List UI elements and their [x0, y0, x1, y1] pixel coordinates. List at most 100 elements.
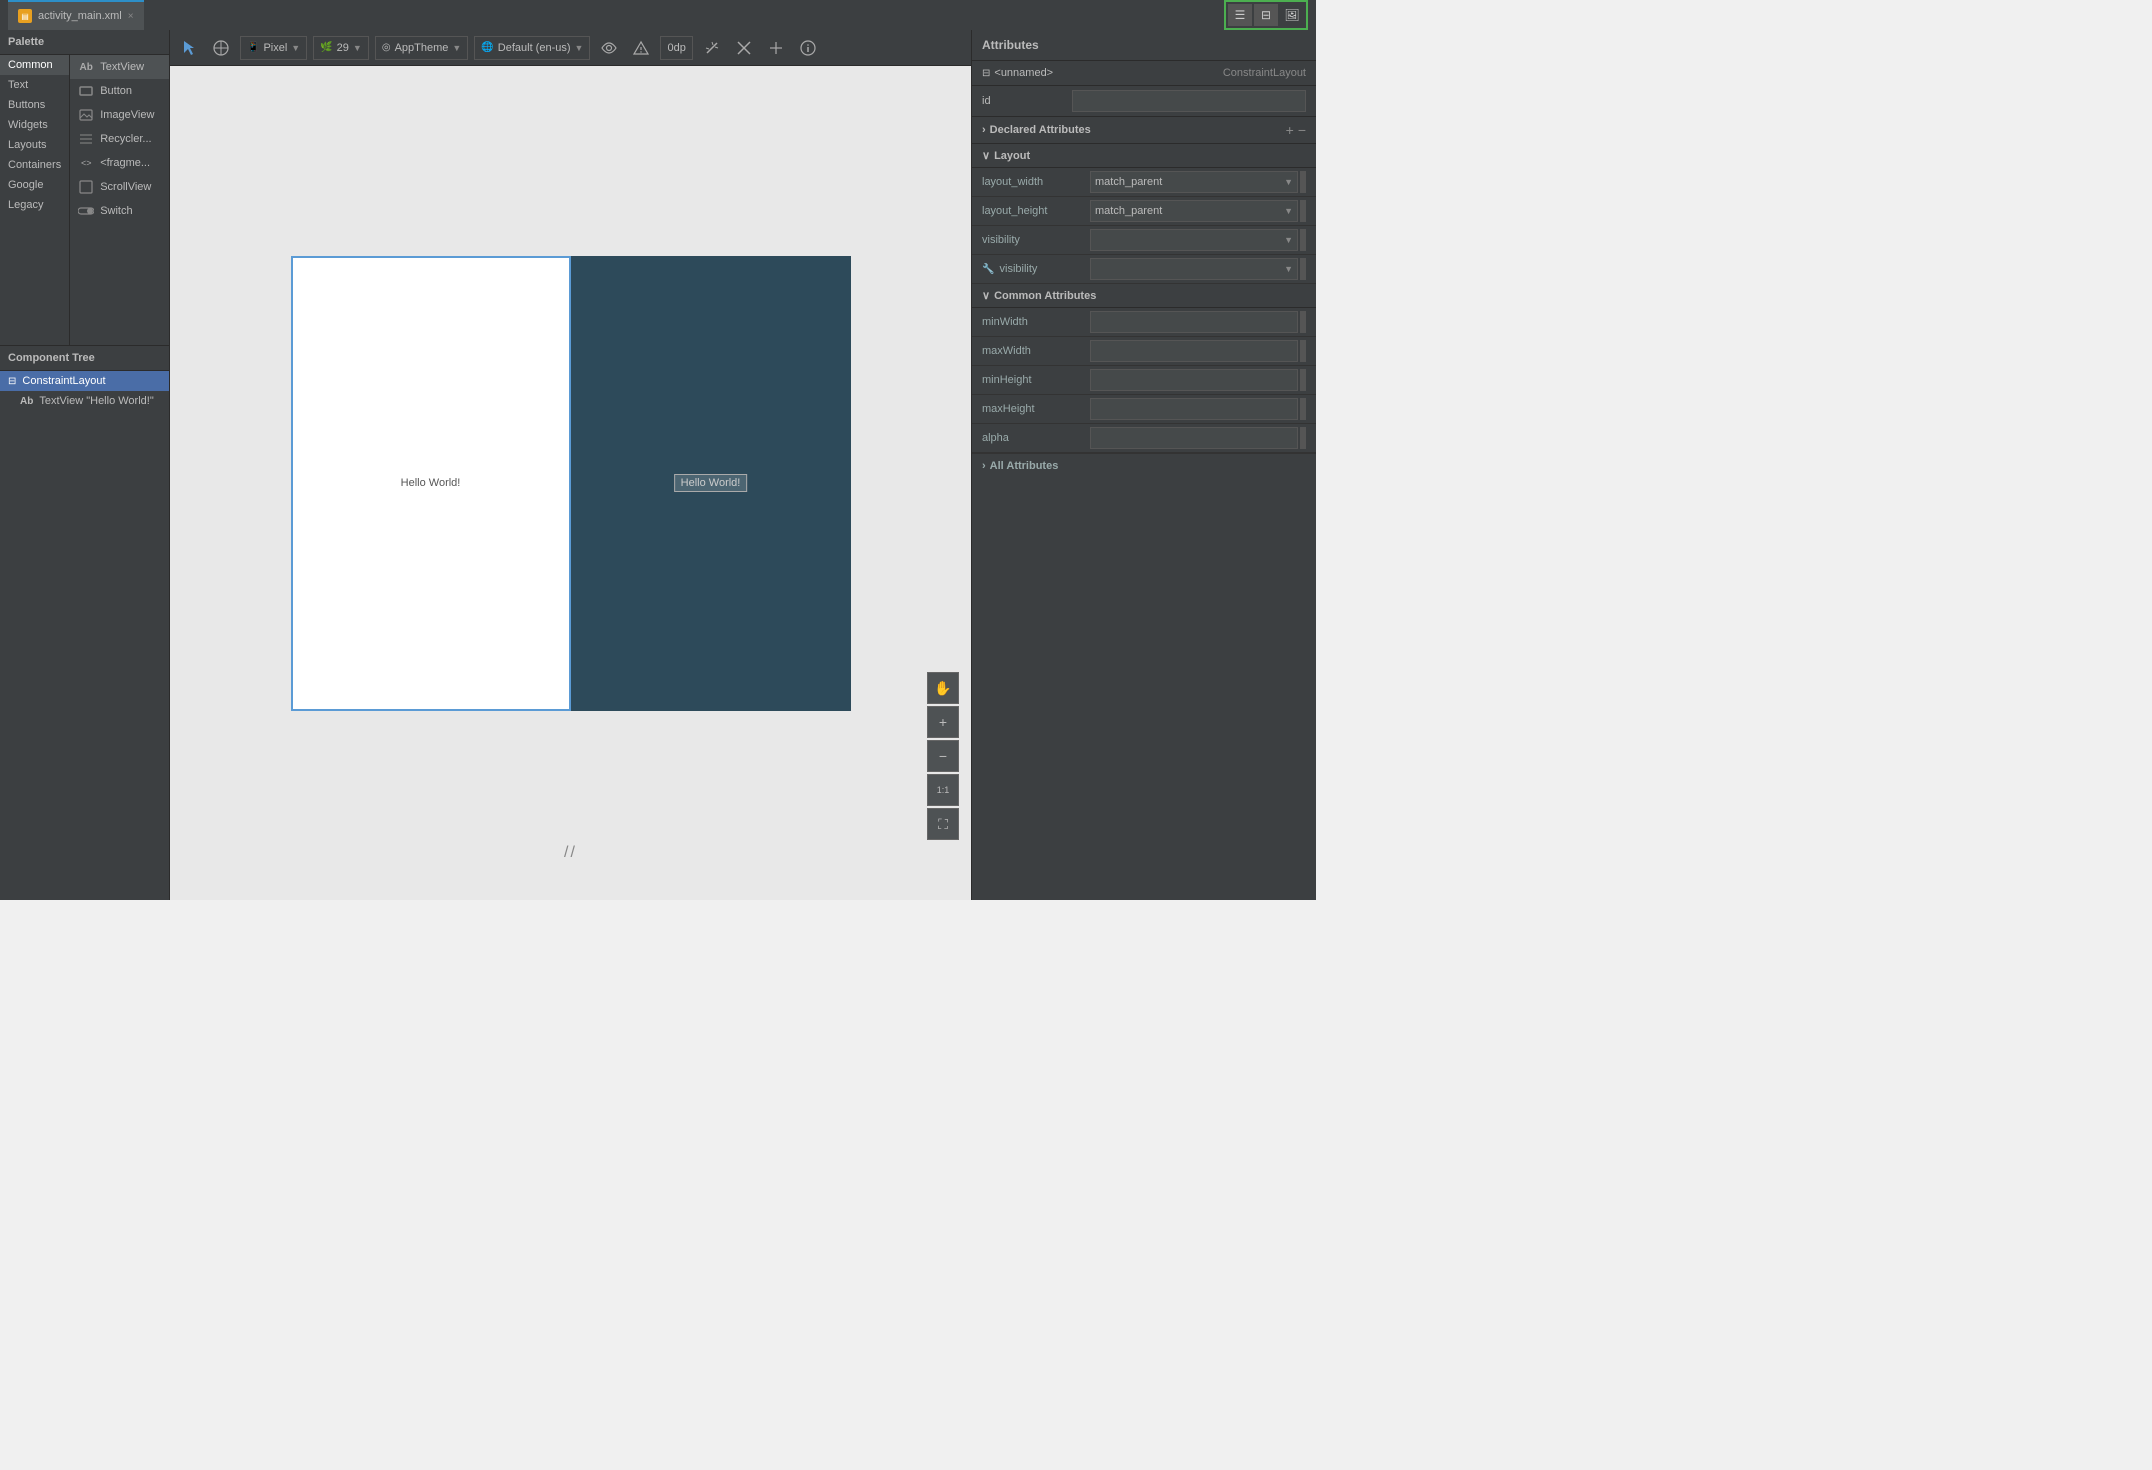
palette-header: Palette — [0, 30, 169, 55]
list-view-button[interactable]: ☰ — [1228, 4, 1252, 26]
device-chevron: ▼ — [291, 43, 300, 53]
layout-width-dropdown[interactable]: match_parent ▼ — [1090, 171, 1298, 193]
view-mode-buttons: ☰ ⊟ 🖼 — [1224, 0, 1308, 30]
tab-close-button[interactable]: × — [128, 11, 134, 22]
zoom-in-button[interactable]: + — [927, 706, 959, 738]
palette-cat-common[interactable]: Common — [0, 55, 69, 75]
common-section-label: Common Attributes — [994, 290, 1096, 302]
palette-item-textview-label: TextView — [100, 61, 144, 73]
file-tab-label: activity_main.xml — [38, 10, 122, 22]
layout-height-value: match_parent ▼ — [1090, 200, 1306, 222]
minwidth-input[interactable] — [1090, 311, 1298, 333]
palette-cat-buttons[interactable]: Buttons — [0, 95, 69, 115]
add-attribute-button[interactable]: + — [1286, 122, 1294, 138]
maxheight-input[interactable] — [1090, 398, 1298, 420]
margin-toggle-button[interactable] — [763, 35, 789, 61]
tree-item-constraintlayout-label: ConstraintLayout — [22, 375, 105, 387]
select-mode-button[interactable] — [176, 35, 202, 61]
device-selector[interactable]: 📱 Pixel ▼ — [240, 36, 307, 60]
minheight-input[interactable] — [1090, 369, 1298, 391]
layout-width-chevron: ▼ — [1284, 177, 1293, 187]
id-input[interactable] — [1072, 90, 1306, 112]
fragment-icon: <> — [78, 155, 94, 171]
panning-button[interactable] — [208, 35, 234, 61]
layout-height-dropdown[interactable]: match_parent ▼ — [1090, 200, 1298, 222]
magic-wand-button[interactable] — [699, 35, 725, 61]
palette-cat-widgets[interactable]: Widgets — [0, 115, 69, 135]
button-icon — [78, 83, 94, 99]
layout-height-value-label: match_parent — [1095, 205, 1162, 217]
all-attributes-row[interactable]: › All Attributes — [972, 453, 1316, 478]
ratio-button[interactable]: 1:1 — [927, 774, 959, 806]
wrench-visibility-dropdown[interactable]: ▼ — [1090, 258, 1298, 280]
palette-cat-text[interactable]: Text — [0, 75, 69, 95]
palette-cat-google[interactable]: Google — [0, 175, 69, 195]
palette-item-textview[interactable]: Ab TextView — [70, 55, 169, 79]
attr-layout-height-row: layout_height match_parent ▼ — [972, 197, 1316, 226]
palette-item-imageview[interactable]: ImageView — [70, 103, 169, 127]
maxwidth-input[interactable] — [1090, 340, 1298, 362]
palette-item-button[interactable]: Button — [70, 79, 169, 103]
layout-height-label: layout_height — [982, 205, 1082, 217]
canvas-area: Hello World! Hello World! // ✋ + − 1:1 ⛶ — [170, 66, 971, 900]
minheight-handle — [1300, 369, 1306, 391]
file-tab[interactable]: ▤ activity_main.xml × — [8, 0, 144, 30]
visibility-dropdown[interactable]: ▼ — [1090, 229, 1298, 251]
design-toolbar: 📱 Pixel ▼ 🌿 29 ▼ ◎ AppTheme ▼ 🌐 Default … — [170, 30, 971, 66]
attr-wrench-visibility-row: 🔧 visibility ▼ — [972, 255, 1316, 284]
declared-attributes-section: › Declared Attributes + − — [972, 117, 1316, 144]
visibility-value: ▼ — [1090, 229, 1306, 251]
imageview-icon — [78, 107, 94, 123]
margin-selector[interactable]: 0dp — [660, 36, 692, 60]
fit-screen-button[interactable]: ⛶ — [927, 808, 959, 840]
palette-item-switch-label: Switch — [100, 205, 132, 217]
alpha-label: alpha — [982, 432, 1082, 444]
maxheight-value — [1090, 398, 1306, 420]
alpha-input[interactable] — [1090, 427, 1298, 449]
component-tree-section: Component Tree ⊟ ConstraintLayout Ab Tex… — [0, 346, 169, 900]
tree-item-textview[interactable]: Ab TextView "Hello World!" — [0, 391, 169, 411]
palette-item-recyclerview-label: Recycler... — [100, 133, 151, 145]
all-attributes-chevron: › — [982, 460, 986, 472]
palette-cat-containers[interactable]: Containers — [0, 155, 69, 175]
palette-item-fragment[interactable]: <> <fragme... — [70, 151, 169, 175]
layout-width-value: match_parent ▼ — [1090, 171, 1306, 193]
declared-section-actions: + − — [1286, 122, 1306, 138]
api-selector[interactable]: 🌿 29 ▼ — [313, 36, 369, 60]
clear-constraints-button[interactable] — [731, 35, 757, 61]
split-view-button[interactable]: ⊟ — [1254, 4, 1278, 26]
attr-visibility-row: visibility ▼ — [972, 226, 1316, 255]
tree-item-constraintlayout[interactable]: ⊟ ConstraintLayout — [0, 371, 169, 391]
theme-selector[interactable]: ◎ AppTheme ▼ — [375, 36, 468, 60]
locale-selector[interactable]: 🌐 Default (en-us) ▼ — [474, 36, 590, 60]
palette-cat-legacy[interactable]: Legacy — [0, 195, 69, 215]
all-attributes-label: All Attributes — [990, 460, 1059, 472]
zoom-out-button[interactable]: − — [927, 740, 959, 772]
palette-item-fragment-label: <fragme... — [100, 157, 150, 169]
attr-alpha-row: alpha — [972, 424, 1316, 453]
maxwidth-value — [1090, 340, 1306, 362]
palette-item-switch[interactable]: Switch — [70, 199, 169, 223]
visibility-label: visibility — [982, 234, 1082, 246]
attr-minwidth-row: minWidth — [972, 308, 1316, 337]
palette-item-scrollview-label: ScrollView — [100, 181, 151, 193]
hello-world-blueprint: Hello World! — [401, 477, 461, 489]
warning-button[interactable] — [628, 35, 654, 61]
palette-item-scrollview[interactable]: ScrollView — [70, 175, 169, 199]
info-button[interactable] — [795, 35, 821, 61]
layout-section-header: ∨ Layout — [972, 144, 1316, 168]
eye-button[interactable] — [596, 35, 622, 61]
minwidth-label: minWidth — [982, 316, 1082, 328]
layout-width-value-label: match_parent — [1095, 176, 1162, 188]
wrench-visibility-value: ▼ — [1090, 258, 1306, 280]
palette-item-recyclerview[interactable]: Recycler... — [70, 127, 169, 151]
left-panel: Palette Common Text Buttons Widgets Layo… — [0, 30, 170, 900]
palette-cat-layouts[interactable]: Layouts — [0, 135, 69, 155]
hello-world-dark: Hello World! — [674, 474, 748, 492]
visibility-chevron: ▼ — [1284, 235, 1293, 245]
design-view-button[interactable]: 🖼 — [1280, 4, 1304, 26]
minheight-value — [1090, 369, 1306, 391]
declared-section-label: Declared Attributes — [990, 124, 1091, 136]
hand-tool-button[interactable]: ✋ — [927, 672, 959, 704]
remove-attribute-button[interactable]: − — [1298, 122, 1306, 138]
